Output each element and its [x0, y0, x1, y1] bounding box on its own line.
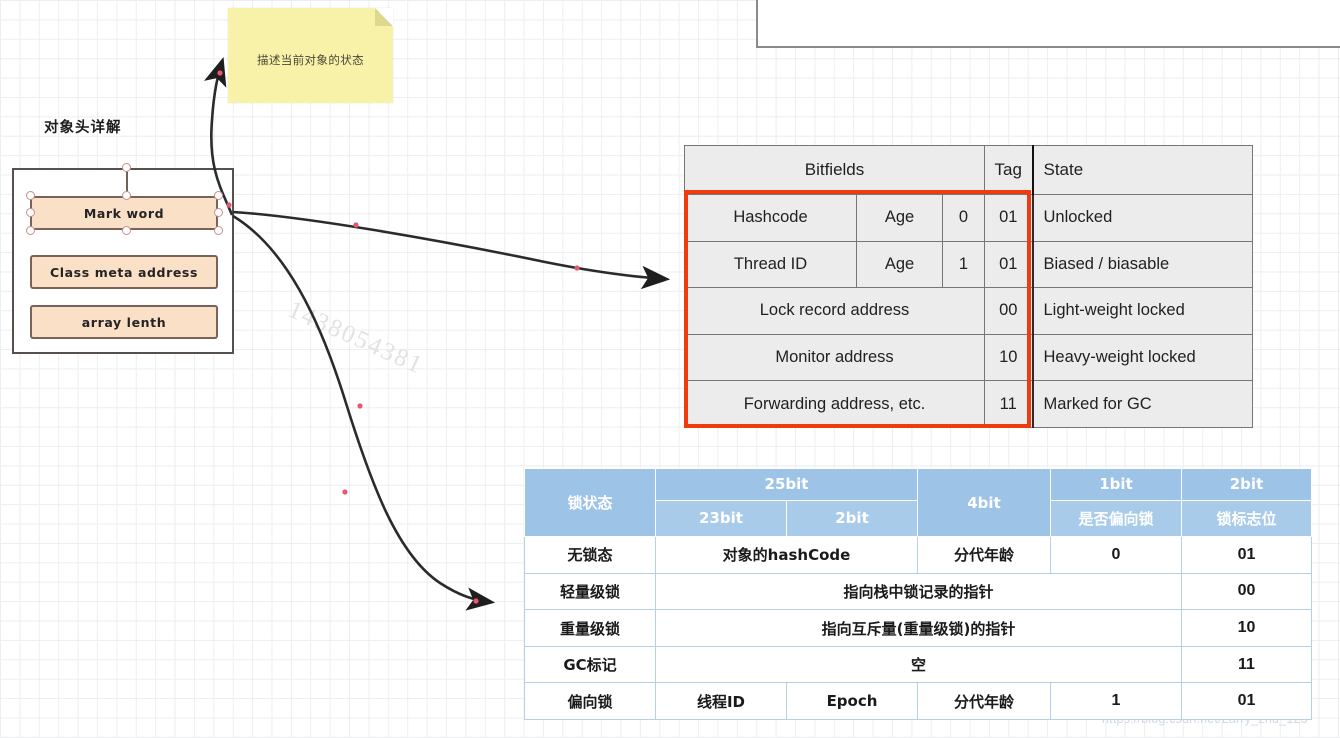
header-2bit-sub: 2bit — [786, 499, 918, 538]
cell-tag: 11 — [984, 380, 1033, 428]
header-lock-state: 锁状态 — [524, 467, 656, 538]
cell-biased-bit: 0 — [1050, 536, 1182, 574]
object-row-array-length[interactable]: array lenth — [30, 305, 218, 339]
cell-bitfield: Thread ID — [684, 240, 857, 289]
cell-lock-state: 轻量级锁 — [524, 572, 656, 611]
cell-lock-flag: 01 — [1181, 682, 1312, 720]
selection-handle-se[interactable] — [214, 226, 223, 235]
diagram-canvas: 1438054381 https://blog.csdn.net/Larry_z… — [0, 0, 1340, 738]
cell-merged-empty: 空 — [655, 645, 1182, 684]
header-bitfields: Bitfields — [684, 145, 985, 195]
table-row: 无锁态 对象的hashCode 分代年龄 0 01 — [524, 536, 1312, 574]
cell-state: Unlocked — [1031, 193, 1253, 242]
chinese-lock-state-table: 锁状态 25bit 4bit 1bit 2bit 23bit 2bit 是否偏向… — [524, 467, 1312, 720]
cell-biased-bit: 1 — [1050, 682, 1182, 720]
cell-lock-state: 偏向锁 — [524, 682, 656, 720]
header-25bit: 25bit — [655, 468, 918, 501]
selection-handle-sw[interactable] — [26, 226, 35, 235]
cell-state: Marked for GC — [1031, 380, 1253, 428]
cell-lock-flag: 10 — [1181, 609, 1312, 647]
cell-age: 分代年龄 — [917, 536, 1051, 574]
cell-tag: 00 — [984, 287, 1033, 335]
table-row: Thread ID Age 1 01 Biased / biasable — [684, 240, 1253, 289]
sticky-note[interactable]: 描述当前对象的状态 — [228, 8, 393, 103]
cell-biased-bit: 1 — [942, 240, 985, 289]
page-title: 对象头详解 — [44, 120, 122, 136]
cell-biased-bit: 0 — [942, 193, 985, 242]
selection-handle-nw[interactable] — [26, 191, 35, 200]
object-row-mark-word[interactable]: Mark word — [30, 196, 218, 230]
selection-handle-w[interactable] — [26, 208, 35, 217]
table-row: Monitor address 10 Heavy-weight locked — [684, 333, 1253, 382]
cell-lock-state: 无锁态 — [524, 536, 656, 574]
english-markword-table: Bitfields Tag State Hashcode Age 0 01 Un… — [684, 145, 1253, 428]
table-header-row: Bitfields Tag State — [684, 145, 1253, 195]
cell-lock-state: 重量级锁 — [524, 609, 656, 647]
object-row-class-meta-address[interactable]: Class meta address — [30, 255, 218, 289]
sticky-note-fold-icon — [375, 8, 393, 26]
cell-tag: 01 — [984, 240, 1033, 289]
header-23bit: 23bit — [655, 499, 787, 538]
sticky-note-text: 描述当前对象的状态 — [256, 53, 365, 67]
cell-bitfield: Monitor address — [684, 333, 985, 382]
cell-tag: 01 — [984, 193, 1033, 242]
cell-state: Heavy-weight locked — [1031, 333, 1253, 382]
selection-handle-n[interactable] — [122, 191, 131, 200]
table-row: 轻量级锁 指向栈中锁记录的指针 00 — [524, 572, 1312, 611]
header-2bit: 2bit — [1181, 468, 1312, 501]
cell-age: Age — [856, 193, 943, 242]
header-4bit: 4bit — [917, 467, 1051, 538]
selection-handle-ne[interactable] — [214, 191, 223, 200]
table-header-row-top: 锁状态 25bit 4bit 1bit 2bit — [524, 467, 1312, 538]
selection-handle-top-anchor[interactable] — [122, 163, 131, 172]
cell-epoch: Epoch — [786, 682, 918, 720]
english-table-grid: Bitfields Tag State Hashcode Age 0 01 Un… — [684, 145, 1253, 428]
cell-hashcode: 对象的hashCode — [655, 536, 918, 574]
cell-bitfield: Hashcode — [684, 193, 857, 242]
cell-lock-flag: 00 — [1181, 572, 1312, 611]
selection-handle-s[interactable] — [122, 226, 131, 235]
top-right-empty-box — [756, 0, 1340, 48]
connector-to-chinese-table — [232, 214, 496, 611]
cell-tag: 10 — [984, 333, 1033, 382]
header-biased-flag: 是否偏向锁 — [1050, 499, 1182, 538]
cell-merged-pointer: 指向栈中锁记录的指针 — [655, 572, 1182, 611]
table-row: Lock record address 00 Light-weight lock… — [684, 287, 1253, 335]
cell-state: Light-weight locked — [1031, 287, 1253, 335]
connector-to-english-table — [232, 210, 671, 290]
cell-age: 分代年龄 — [917, 682, 1051, 720]
table-row: GC标记 空 11 — [524, 645, 1312, 684]
cell-lock-state: GC标记 — [524, 645, 656, 684]
table-row: Forwarding address, etc. 11 Marked for G… — [684, 380, 1253, 428]
cell-state: Biased / biasable — [1031, 240, 1253, 289]
cell-thread-id: 线程ID — [655, 682, 787, 720]
table-row: 重量级锁 指向互斥量(重量级锁)的指针 10 — [524, 609, 1312, 647]
header-tag: Tag — [984, 145, 1033, 195]
cell-merged-pointer: 指向互斥量(重量级锁)的指针 — [655, 609, 1182, 647]
cell-lock-flag: 11 — [1181, 645, 1312, 684]
table-row: Hashcode Age 0 01 Unlocked — [684, 193, 1253, 242]
chinese-table-grid: 锁状态 25bit 4bit 1bit 2bit 23bit 2bit 是否偏向… — [524, 467, 1312, 720]
cell-bitfield: Lock record address — [684, 287, 985, 335]
watermark-diagonal: 1438054381 — [284, 296, 428, 380]
table-row: 偏向锁 线程ID Epoch 分代年龄 1 01 — [524, 682, 1312, 720]
cell-age: Age — [856, 240, 943, 289]
cell-bitfield: Forwarding address, etc. — [684, 380, 985, 428]
cell-lock-flag: 01 — [1181, 536, 1312, 574]
selection-handle-e[interactable] — [214, 208, 223, 217]
header-state: State — [1031, 145, 1253, 195]
header-lock-flag: 锁标志位 — [1181, 499, 1312, 538]
header-1bit: 1bit — [1050, 468, 1182, 501]
